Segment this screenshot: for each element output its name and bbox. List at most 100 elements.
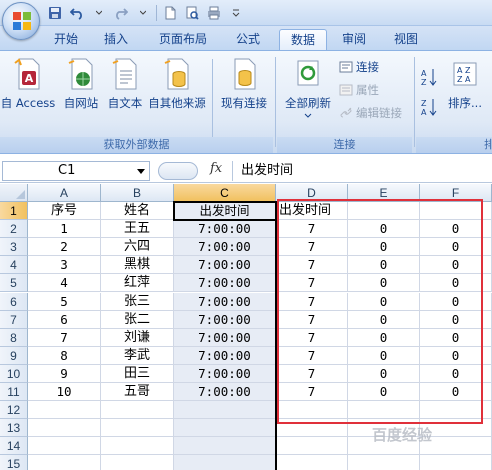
tab-formulas[interactable]: 公式	[228, 29, 268, 50]
cell-f4[interactable]: 0	[420, 256, 492, 275]
row-header-13[interactable]: 13	[0, 419, 28, 438]
cell-b2[interactable]: 王五	[101, 220, 174, 239]
refresh-all-button[interactable]: 全部刷新	[279, 57, 337, 123]
office-button[interactable]	[2, 2, 40, 40]
print-preview-icon[interactable]	[183, 4, 201, 22]
cell-d1[interactable]: 出发时间	[276, 202, 348, 221]
cell-c5[interactable]: 7:00:00	[174, 274, 276, 293]
column-header-e[interactable]: E	[348, 184, 420, 202]
cell-c2[interactable]: 7:00:00	[174, 220, 276, 239]
cell-e10[interactable]: 0	[348, 364, 420, 383]
cell-d14[interactable]	[276, 437, 348, 456]
insert-function-icon[interactable]: fx	[210, 161, 222, 176]
cell-f6[interactable]: 0	[420, 292, 492, 311]
sort-ascending-button[interactable]: AZ	[420, 67, 438, 87]
cell-f2[interactable]: 0	[420, 220, 492, 239]
tab-data[interactable]: 数据	[279, 29, 327, 50]
cell-a12[interactable]	[28, 401, 101, 420]
column-header-b[interactable]: B	[101, 184, 174, 202]
row-header-1[interactable]: 1	[0, 202, 28, 221]
cell-a14[interactable]	[28, 437, 101, 456]
name-box-dropdown-icon[interactable]	[137, 169, 145, 174]
cell-a1[interactable]: 序号	[28, 202, 101, 221]
cell-f11[interactable]: 0	[420, 383, 492, 402]
cell-d11[interactable]: 7	[276, 383, 348, 402]
existing-connections-button[interactable]: 现有连接	[216, 57, 272, 123]
row-header-11[interactable]: 11	[0, 383, 28, 402]
cell-b4[interactable]: 黑棋	[101, 256, 174, 275]
cell-e2[interactable]: 0	[348, 220, 420, 239]
cell-d13[interactable]	[276, 419, 348, 438]
chevron-down-icon[interactable]	[134, 4, 152, 22]
tab-review[interactable]: 审阅	[334, 29, 374, 50]
row-header-8[interactable]: 8	[0, 328, 28, 347]
cell-c12[interactable]	[174, 401, 276, 420]
from-text-button[interactable]: 自文本	[104, 57, 146, 123]
formula-input[interactable]: 出发时间	[232, 161, 490, 181]
cell-b7[interactable]: 张二	[101, 310, 174, 329]
row-header-2[interactable]: 2	[0, 220, 28, 239]
cell-d4[interactable]: 7	[276, 256, 348, 275]
edit-links-button[interactable]: 编辑链接	[339, 105, 402, 121]
redo-icon[interactable]	[112, 4, 130, 22]
cell-e8[interactable]: 0	[348, 328, 420, 347]
name-box[interactable]: C1	[2, 161, 150, 181]
cell-b8[interactable]: 刘谦	[101, 328, 174, 347]
cell-b12[interactable]	[101, 401, 174, 420]
cell-f15[interactable]	[420, 455, 492, 470]
tab-view[interactable]: 视图	[386, 29, 426, 50]
cell-e9[interactable]: 0	[348, 346, 420, 365]
formula-bar-resize-handle[interactable]	[158, 162, 198, 180]
cell-b1[interactable]: 姓名	[101, 202, 174, 221]
cell-e3[interactable]: 0	[348, 238, 420, 257]
cell-a3[interactable]: 2	[28, 238, 101, 257]
sort-button[interactable]: A ZZ A 排序...	[442, 57, 488, 123]
cell-b9[interactable]: 李武	[101, 346, 174, 365]
cell-a4[interactable]: 3	[28, 256, 101, 275]
cell-c1[interactable]: 出发时间	[174, 202, 276, 221]
cell-a13[interactable]	[28, 419, 101, 438]
cell-c6[interactable]: 7:00:00	[174, 292, 276, 311]
column-header-a[interactable]: A	[28, 184, 101, 202]
tab-home[interactable]: 开始	[46, 29, 86, 50]
cell-c4[interactable]: 7:00:00	[174, 256, 276, 275]
cell-d6[interactable]: 7	[276, 292, 348, 311]
from-web-button[interactable]: 自网站	[58, 57, 104, 123]
select-all-button[interactable]	[0, 184, 28, 202]
column-header-c[interactable]: C	[174, 184, 276, 202]
cell-d12[interactable]	[276, 401, 348, 420]
cell-e4[interactable]: 0	[348, 256, 420, 275]
cell-f12[interactable]	[420, 401, 492, 420]
cell-a8[interactable]: 7	[28, 328, 101, 347]
row-header-9[interactable]: 9	[0, 346, 28, 365]
cell-e1[interactable]	[348, 202, 420, 221]
cell-e5[interactable]: 0	[348, 274, 420, 293]
from-other-sources-button[interactable]: 自其他来源	[146, 57, 208, 123]
cell-d15[interactable]	[276, 455, 348, 470]
cell-c9[interactable]: 7:00:00	[174, 346, 276, 365]
cell-a11[interactable]: 10	[28, 383, 101, 402]
cell-a9[interactable]: 8	[28, 346, 101, 365]
cell-a5[interactable]: 4	[28, 274, 101, 293]
cell-b5[interactable]: 红萍	[101, 274, 174, 293]
tab-page-layout[interactable]: 页面布局	[148, 29, 218, 50]
cell-f3[interactable]: 0	[420, 238, 492, 257]
column-header-d[interactable]: D	[276, 184, 348, 202]
cell-d7[interactable]: 7	[276, 310, 348, 329]
cell-d2[interactable]: 7	[276, 220, 348, 239]
cell-b15[interactable]	[101, 455, 174, 470]
cell-f9[interactable]: 0	[420, 346, 492, 365]
cell-d9[interactable]: 7	[276, 346, 348, 365]
print-icon[interactable]	[205, 4, 223, 22]
cell-c3[interactable]: 7:00:00	[174, 238, 276, 257]
save-icon[interactable]	[46, 4, 64, 22]
cell-f8[interactable]: 0	[420, 328, 492, 347]
cell-e7[interactable]: 0	[348, 310, 420, 329]
row-header-4[interactable]: 4	[0, 256, 28, 275]
undo-icon[interactable]	[68, 4, 86, 22]
cell-c8[interactable]: 7:00:00	[174, 328, 276, 347]
cell-c15[interactable]	[174, 455, 276, 470]
sort-descending-button[interactable]: ZA	[420, 97, 438, 117]
cell-f5[interactable]: 0	[420, 274, 492, 293]
column-header-f[interactable]: F	[420, 184, 492, 202]
